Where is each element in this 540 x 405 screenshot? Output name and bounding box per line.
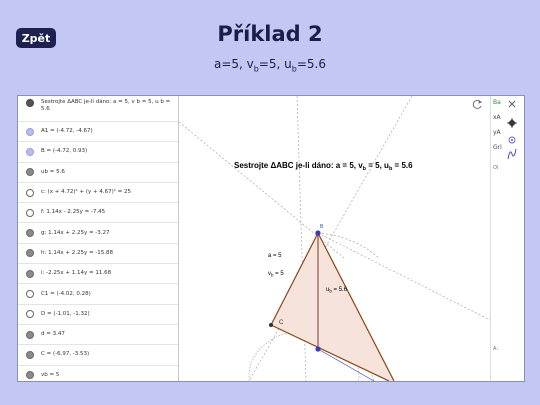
label-a: a = 5 xyxy=(268,253,282,259)
visibility-toggle[interactable] xyxy=(26,350,34,359)
subtitle-part-1: a=5, v xyxy=(213,57,254,71)
algebra-expression: ub = 5.6 xyxy=(41,168,65,175)
algebra-row[interactable]: D = (-1.01, -1.32) xyxy=(18,305,178,325)
geogebra-applet: Sestrojte ΔABC je-li dáno: a = 5, v b = … xyxy=(17,95,525,382)
algebra-expression: d = 3.47 xyxy=(41,331,65,338)
side-label: A: xyxy=(493,346,499,352)
algebra-row[interactable]: C1 = (-4.02, 0.28) xyxy=(18,284,178,305)
page-subtitle: a=5, vb=5, ub=5.6 xyxy=(0,57,540,73)
visibility-toggle[interactable] xyxy=(26,269,34,278)
algebra-expression: h: 1.14x + 2.25y = -15.88 xyxy=(41,249,114,256)
algebra-view: Sestrojte ΔABC je-li dáno: a = 5, v b = … xyxy=(18,96,179,381)
visibility-toggle[interactable] xyxy=(26,127,34,136)
properties-panel: Ba xA yA Gri Ol A: xyxy=(490,96,524,381)
label-ub: ub = 5.6 xyxy=(326,287,348,294)
subtitle-part-2: =5, u xyxy=(258,57,292,71)
canvas-heading: Sestrojte ΔABC je-li dáno: a = 5, vb = 5… xyxy=(234,161,413,172)
algebra-row[interactable]: C = (-6.97, -3.53) xyxy=(18,345,178,366)
algebra-expression: i: -2.25x + 1.14y = 11.68 xyxy=(41,270,112,277)
algebra-expression: C = (-6.97, -3.53) xyxy=(41,351,90,358)
refresh-icon[interactable] xyxy=(472,100,482,109)
algebra-row[interactable]: ub = 5.6 xyxy=(18,163,178,183)
algebra-row[interactable]: B = (-4.72, 0.93) xyxy=(18,142,178,163)
algebra-row[interactable]: Sestrojte ΔABC je-li dáno: a = 5, v b = … xyxy=(18,96,178,122)
graphics-view[interactable]: Sestrojte ΔABC je-li dáno: a = 5, vb = 5… xyxy=(178,96,491,381)
point-d[interactable] xyxy=(315,346,321,352)
gear-icon[interactable] xyxy=(507,118,517,128)
visibility-toggle[interactable] xyxy=(26,330,34,339)
algebra-row[interactable]: h: 1.14x + 2.25y = -15.88 xyxy=(18,244,178,265)
visibility-toggle[interactable] xyxy=(26,249,34,258)
algebra-expression: B = (-4.72, 0.93) xyxy=(41,148,88,155)
triangle-fill xyxy=(271,233,394,381)
algebra-expression: D = (-1.01, -1.32) xyxy=(41,310,90,317)
algebra-expression: g: 1.14x + 2.25y = -3.27 xyxy=(41,229,110,236)
function-style-icon[interactable] xyxy=(507,148,517,160)
visibility-toggle[interactable] xyxy=(26,168,34,177)
algebra-row[interactable]: i: -2.25x + 1.14y = 11.68 xyxy=(18,264,178,285)
label-vb: vb = 5 xyxy=(268,271,284,278)
visibility-toggle[interactable] xyxy=(26,290,34,299)
visibility-toggle[interactable] xyxy=(26,208,34,217)
algebra-row[interactable]: A1 = (-4.72, -4.67) xyxy=(18,122,178,143)
graphics-style-icon[interactable] xyxy=(508,136,516,144)
close-icon[interactable] xyxy=(508,100,516,108)
algebra-expression: C1 = (-4.02, 0.28) xyxy=(41,290,91,297)
label-point-b: B xyxy=(320,224,324,230)
algebra-expression: Sestrojte ΔABC je-li dáno: a = 5, v b = … xyxy=(41,99,171,112)
point-c[interactable] xyxy=(269,323,273,327)
algebra-expression: vb = 5 xyxy=(41,371,60,378)
page-title: Příklad 2 xyxy=(217,22,323,46)
label-point-c: C xyxy=(279,320,284,326)
algebra-expression: c: (x + 4.72)² + (y + 4.67)² = 25 xyxy=(41,189,132,196)
visibility-toggle[interactable] xyxy=(26,188,34,197)
visibility-toggle[interactable] xyxy=(26,310,34,319)
algebra-row[interactable]: vb = 5 xyxy=(18,366,178,381)
subtitle-part-3: =5.6 xyxy=(296,57,326,71)
visibility-toggle[interactable] xyxy=(26,147,34,156)
algebra-row[interactable]: d = 3.47 xyxy=(18,325,178,346)
visibility-toggle[interactable] xyxy=(26,371,34,380)
algebra-row[interactable]: g: 1.14x + 2.25y = -3.27 xyxy=(18,223,178,244)
algebra-row[interactable]: c: (x + 4.72)² + (y + 4.67)² = 25 xyxy=(18,183,178,204)
point-b[interactable] xyxy=(315,230,321,236)
algebra-row[interactable]: f: 1.14x - 2.25y = -7.45 xyxy=(18,203,178,224)
side-icons xyxy=(507,100,517,160)
visibility-toggle[interactable] xyxy=(26,229,34,238)
visibility-toggle[interactable] xyxy=(26,99,34,107)
algebra-expression: A1 = (-4.72, -4.67) xyxy=(41,128,93,135)
construction-svg: Sestrojte ΔABC je-li dáno: a = 5, vb = 5… xyxy=(178,96,491,381)
algebra-expression: f: 1.14x - 2.25y = -7.45 xyxy=(41,209,106,216)
